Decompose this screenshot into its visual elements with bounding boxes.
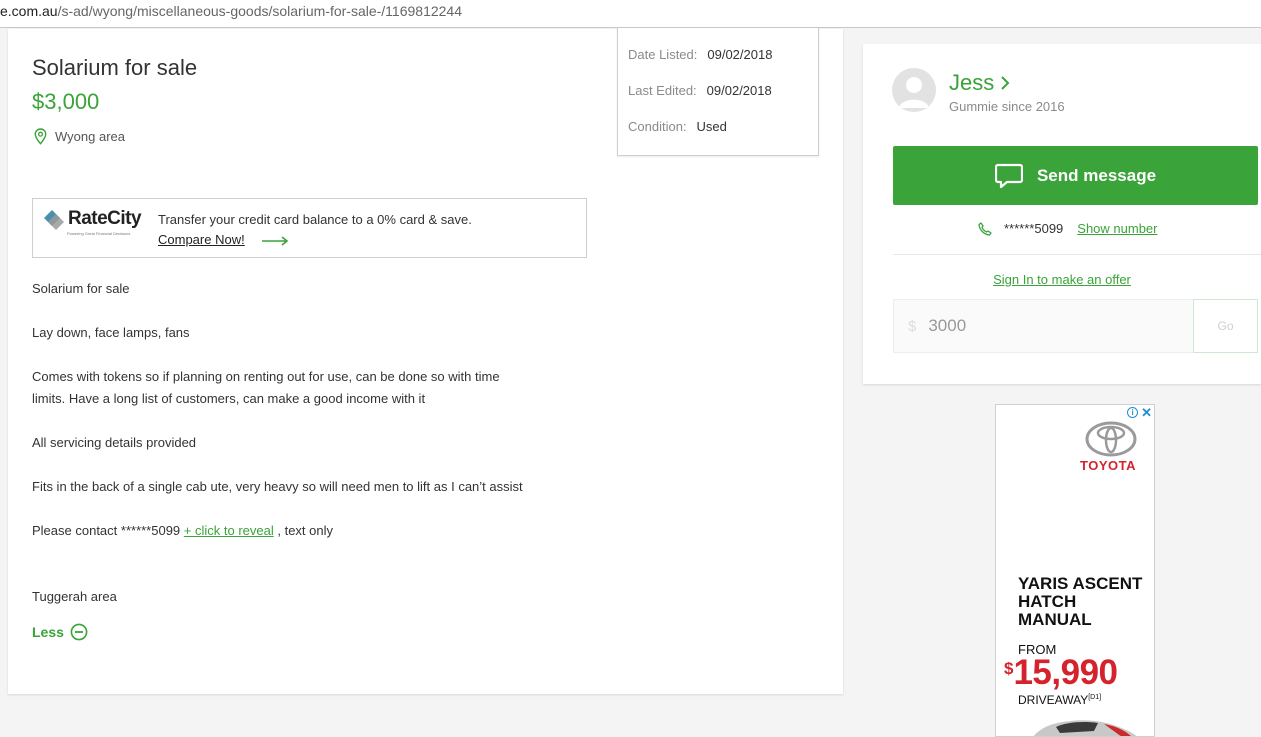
less-toggle[interactable]: Less bbox=[32, 623, 88, 641]
phone-masked: ******5099 bbox=[1004, 221, 1064, 236]
desc-line: limits. Have a long list of customers, c… bbox=[32, 391, 426, 406]
phone-icon bbox=[978, 221, 992, 236]
desc-line: Solarium for sale bbox=[32, 281, 130, 296]
ratecity-diamond-icon bbox=[44, 210, 64, 230]
ad-choices[interactable]: i ✕ bbox=[1127, 406, 1152, 419]
contact-line: Please contact ******5099 + click to rev… bbox=[32, 523, 333, 538]
currency-symbol: $ bbox=[908, 317, 917, 335]
location-label: Wyong area bbox=[55, 129, 125, 144]
user-silhouette-icon bbox=[899, 77, 929, 108]
desc-line: All servicing details provided bbox=[32, 435, 197, 450]
meta-last-edited: Last Edited: 09/02/2018 bbox=[628, 83, 772, 98]
desc-line: Lay down, face lamps, fans bbox=[32, 325, 190, 340]
phone-row: ******5099 Show number bbox=[978, 221, 1158, 236]
send-message-button[interactable]: Send message bbox=[893, 146, 1258, 205]
seller-card: Jess Gummie since 2016 Send message ****… bbox=[863, 44, 1261, 384]
chevron-right-icon bbox=[1001, 76, 1010, 90]
go-button[interactable]: Go bbox=[1193, 299, 1258, 353]
ad-info-icon[interactable]: i bbox=[1127, 407, 1139, 418]
toyota-wordmark: TOYOTA bbox=[1080, 458, 1136, 473]
show-number-link[interactable]: Show number bbox=[1077, 221, 1157, 236]
ratecity-logo: RateCity Powering Great Financial Decisi… bbox=[43, 208, 142, 236]
ad-headline: YARIS ASCENT HATCH MANUAL bbox=[1018, 574, 1143, 629]
ratecity-ad-text: Transfer your credit card balance to a 0… bbox=[158, 212, 472, 227]
url-text: e.com.au/s-ad/wyong/miscellaneous-goods/… bbox=[0, 3, 462, 19]
toyota-ad[interactable]: i ✕ TOYOTA YARIS ASCENT HATCH MANUAL FRO… bbox=[995, 404, 1155, 737]
location-pin-icon bbox=[34, 128, 47, 145]
minus-circle-icon bbox=[70, 623, 88, 641]
meta-date-listed: Date Listed: 09/02/2018 bbox=[628, 47, 773, 62]
compare-now-link[interactable]: Compare Now! bbox=[158, 232, 245, 247]
listing-title: Solarium for sale bbox=[32, 55, 198, 80]
meta-condition: Condition: Used bbox=[628, 119, 727, 134]
ad-driveaway: DRIVEAWAY[D1] bbox=[1018, 693, 1102, 707]
avatar[interactable] bbox=[892, 68, 936, 112]
chat-bubble-icon bbox=[994, 163, 1023, 188]
ad-close-icon[interactable]: ✕ bbox=[1141, 406, 1152, 419]
area-note: Tuggerah area bbox=[32, 589, 117, 604]
address-bar[interactable]: e.com.au/s-ad/wyong/miscellaneous-goods/… bbox=[0, 0, 1261, 28]
desc-line: Fits in the back of a single cab ute, ve… bbox=[32, 479, 523, 494]
listing-location: Wyong area bbox=[34, 128, 125, 145]
divider bbox=[893, 254, 1261, 255]
seller-since: Gummie since 2016 bbox=[949, 99, 1065, 114]
seller-name-link[interactable]: Jess bbox=[949, 70, 1010, 96]
offer-amount-input[interactable]: $ 3000 bbox=[893, 299, 1194, 353]
arrow-right-icon bbox=[262, 236, 289, 246]
ratecity-ad[interactable]: RateCity Powering Great Financial Decisi… bbox=[32, 198, 587, 258]
listing-price: $3,000 bbox=[32, 89, 100, 114]
listing-card: Solarium for sale $3,000 Wyong area Date… bbox=[8, 28, 843, 694]
listing-meta-box: Date Listed: 09/02/2018 Last Edited: 09/02… bbox=[617, 28, 819, 156]
click-to-reveal-link[interactable]: + click to reveal bbox=[184, 523, 274, 538]
desc-line: Comes with tokens so if planning on rent… bbox=[32, 369, 500, 384]
ad-price: $15,990 bbox=[1004, 653, 1118, 692]
toyota-emblem-icon bbox=[1085, 421, 1137, 457]
sign-in-offer-link[interactable]: Sign In to make an offer bbox=[863, 272, 1261, 287]
car-image bbox=[1033, 720, 1137, 736]
offer-value: 3000 bbox=[928, 316, 967, 335]
